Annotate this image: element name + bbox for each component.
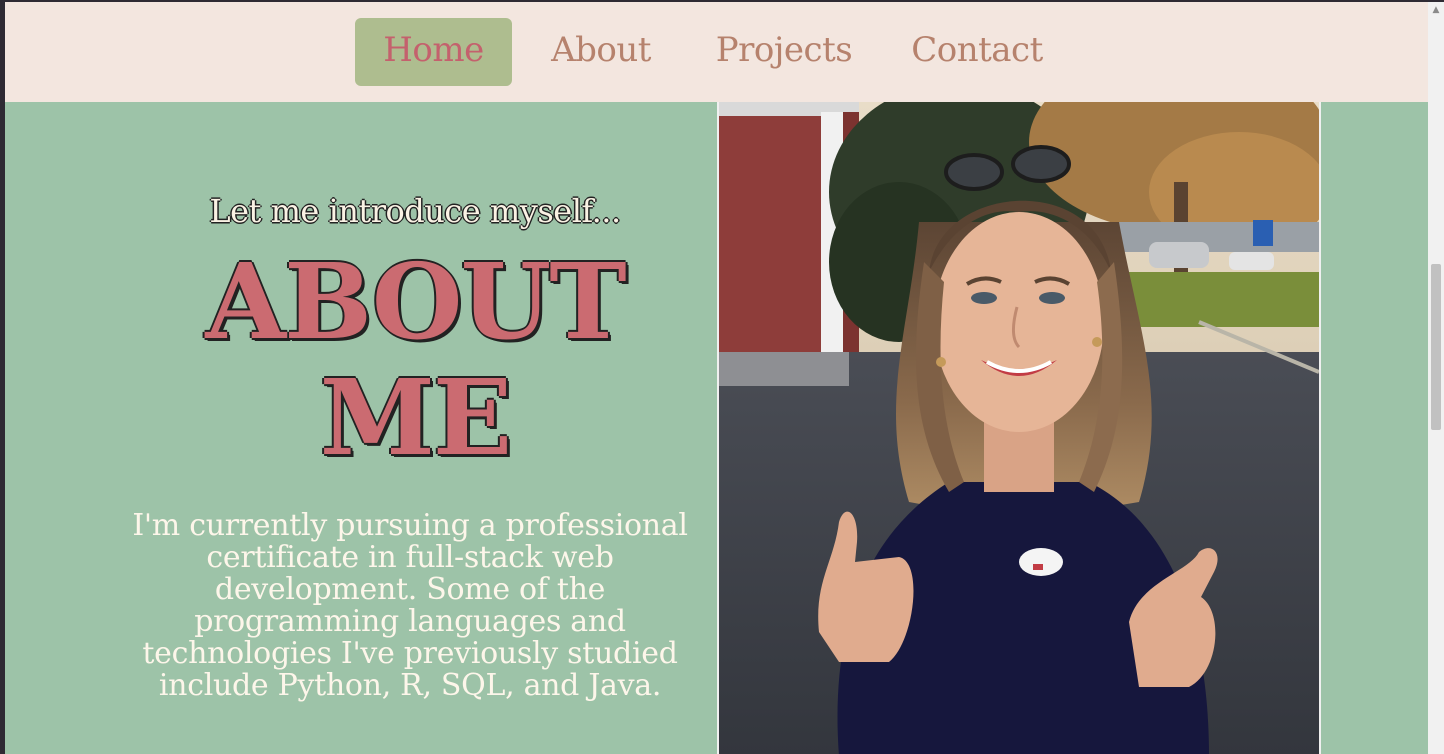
- scrollbar-thumb[interactable]: [1431, 264, 1441, 430]
- about-title: ABOUT ME: [115, 244, 715, 476]
- vertical-scrollbar[interactable]: ▲: [1428, 2, 1444, 754]
- nav-about[interactable]: About: [541, 18, 661, 86]
- about-title-line2: ME: [319, 356, 512, 479]
- about-title-line1: ABOUT: [205, 240, 626, 363]
- nav-home[interactable]: Home: [355, 18, 512, 86]
- chevron-up-icon[interactable]: ▲: [1428, 2, 1444, 18]
- top-navbar: Home About Projects Contact: [5, 2, 1428, 102]
- profile-photo: [717, 102, 1321, 754]
- nav-contact[interactable]: Contact: [903, 18, 1051, 86]
- intro-heading: Let me introduce myself...: [209, 192, 621, 230]
- nav-projects[interactable]: Projects: [708, 18, 860, 86]
- about-body: I'm currently pursuing a professional ce…: [132, 508, 688, 703]
- page-viewport: Home About Projects Contact Let me intro…: [5, 2, 1428, 754]
- profile-photo-image: [719, 102, 1319, 754]
